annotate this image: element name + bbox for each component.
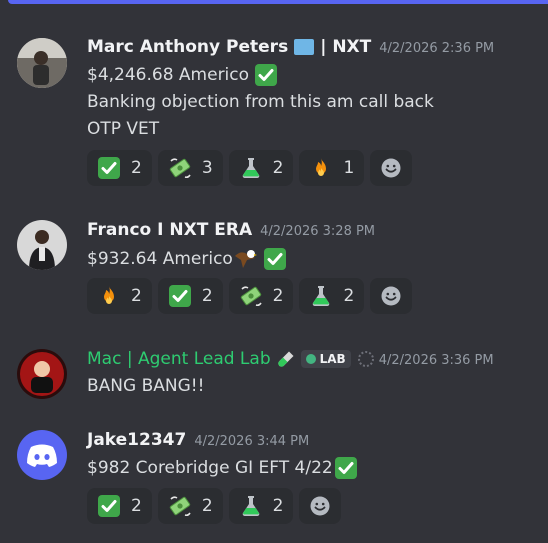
reaction-check[interactable]: 2	[87, 488, 152, 524]
map-emoji-icon	[294, 39, 315, 55]
reaction-money[interactable]: 2	[228, 278, 294, 314]
add-reaction-button[interactable]	[299, 488, 342, 524]
timestamp: 4/2/2026 3:28 PM	[260, 224, 376, 239]
reaction-check[interactable]: 2	[157, 278, 223, 314]
message-line: Banking objection from this am call back	[87, 92, 434, 112]
reaction-money[interactable]: 3	[157, 150, 223, 186]
message-jake: Jake12347 4/2/2026 3:44 PM $982 Corebrid…	[0, 420, 548, 543]
reaction-test-tube[interactable]: 2	[228, 488, 294, 524]
reaction-bar: 2 2 2	[87, 488, 342, 524]
reaction-count: 2	[272, 286, 284, 306]
reaction-count: 2	[131, 158, 142, 178]
add-reaction-button[interactable]	[370, 150, 413, 186]
avatar[interactable]	[17, 430, 67, 480]
timestamp: 4/2/2026 2:36 PM	[379, 41, 495, 56]
smile-icon	[308, 494, 332, 518]
reaction-bar: 2 2 2 2	[87, 278, 413, 314]
tag-icon	[305, 354, 316, 364]
reaction-money[interactable]: 2	[157, 488, 223, 524]
check-mark-icon	[168, 284, 192, 308]
avatar-photo	[17, 220, 67, 270]
check-mark-icon	[97, 494, 121, 518]
reaction-count: 2	[272, 158, 284, 178]
smile-icon	[379, 156, 403, 180]
author-name[interactable]: Marc Anthony Peters	[87, 37, 288, 57]
check-mark-icon	[254, 63, 278, 87]
message-text: $932.64 Americo	[87, 249, 233, 269]
message-marc: Marc Anthony Peters | NXT 4/2/2026 2:36 …	[0, 0, 548, 200]
tag-label: LAB	[319, 352, 346, 366]
reaction-bar: 2 3 2 1	[87, 150, 413, 186]
money-with-wings-icon	[239, 284, 263, 308]
message-mac: Mac | Agent Lead Lab LAB 4/2/2026 3:36 P…	[0, 340, 548, 420]
progress-ring-icon	[357, 350, 375, 368]
add-reaction-button[interactable]	[370, 278, 413, 314]
reaction-count: 2	[131, 286, 142, 306]
avatar[interactable]	[17, 349, 67, 399]
reaction-count: 2	[201, 496, 213, 516]
reaction-count: 2	[272, 496, 284, 516]
author-name[interactable]: Jake12347	[87, 430, 186, 450]
avatar-photo	[17, 38, 67, 88]
test-tube-icon	[239, 494, 263, 518]
test-tube-icon	[239, 156, 263, 180]
money-with-wings-icon	[168, 156, 192, 180]
reaction-count: 1	[343, 158, 355, 178]
message-line: $932.64 Americo	[87, 247, 287, 271]
check-mark-icon	[334, 456, 358, 480]
reaction-fire[interactable]: 1	[299, 150, 365, 186]
message-line: OTP VET	[87, 119, 160, 139]
test-tube-badge-icon	[277, 350, 295, 368]
reaction-count: 3	[201, 158, 213, 178]
message-text: $4,246.68 Americo	[87, 65, 250, 85]
timestamp: 4/2/2026 3:44 PM	[194, 434, 310, 449]
message-text: $982 Corebridge GI EFT 4/22	[87, 458, 333, 478]
reaction-check[interactable]: 2	[87, 150, 152, 186]
check-mark-icon	[97, 156, 121, 180]
reaction-test-tube[interactable]: 2	[299, 278, 365, 314]
author-name[interactable]: Franco I NXT ERA	[87, 220, 252, 240]
author-name[interactable]: Mac | Agent Lead Lab	[87, 349, 271, 369]
money-with-wings-icon	[168, 494, 192, 518]
smile-icon	[379, 284, 403, 308]
reaction-count: 2	[131, 496, 142, 516]
message-line: BANG BANG!!	[87, 376, 205, 396]
reaction-test-tube[interactable]: 2	[228, 150, 294, 186]
message-line: $4,246.68 Americo	[87, 63, 278, 87]
avatar[interactable]	[17, 38, 67, 88]
timestamp: 4/2/2026 3:36 PM	[378, 353, 494, 368]
check-mark-icon	[263, 247, 287, 271]
fire-icon	[97, 284, 121, 308]
reaction-count: 2	[201, 286, 213, 306]
server-tag[interactable]: LAB	[300, 350, 351, 368]
test-tube-icon	[309, 284, 333, 308]
author-suffix[interactable]: | NXT	[320, 37, 371, 57]
message-line: $982 Corebridge GI EFT 4/22	[87, 456, 358, 480]
discord-logo-icon	[27, 444, 57, 467]
avatar-photo	[17, 349, 67, 399]
avatar[interactable]	[17, 220, 67, 270]
reaction-fire[interactable]: 2	[87, 278, 152, 314]
message-franco: Franco I NXT ERA 4/2/2026 3:28 PM $932.6…	[0, 200, 548, 340]
eagle-emoji-icon	[233, 248, 257, 270]
reaction-count: 2	[343, 286, 355, 306]
fire-icon	[309, 156, 333, 180]
